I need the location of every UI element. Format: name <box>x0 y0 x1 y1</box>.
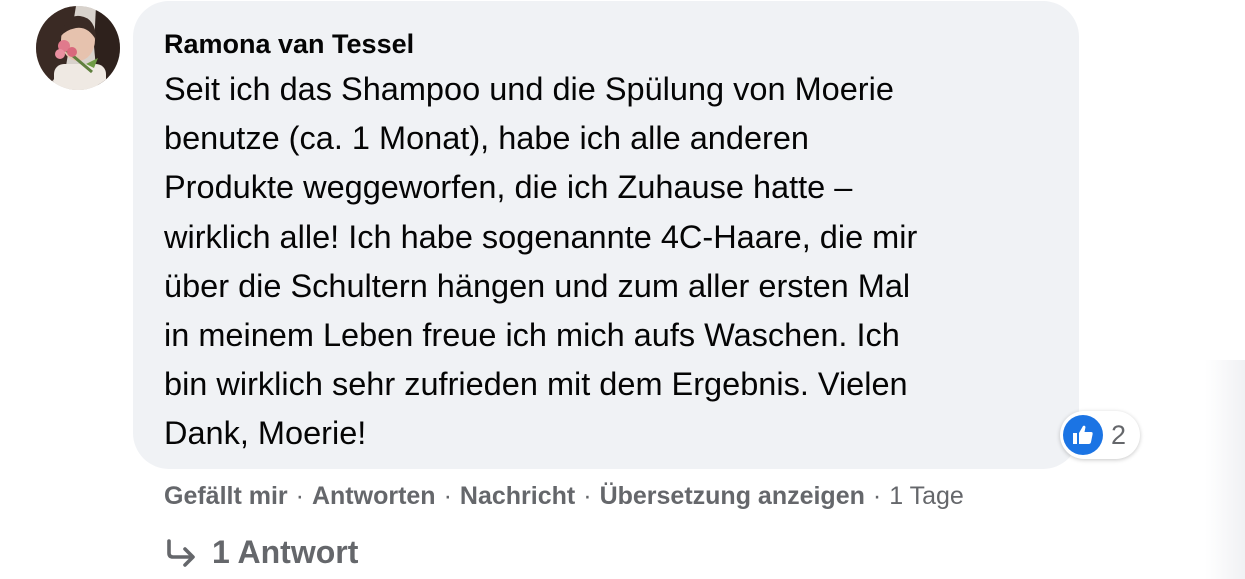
view-replies-button[interactable]: 1 Antwort <box>164 534 358 571</box>
reply-button[interactable]: Antworten <box>312 478 436 514</box>
separator: · <box>872 482 882 510</box>
comment-text-line: Dank, Moerie! <box>164 415 367 452</box>
comment-timestamp[interactable]: 1 Tage <box>889 478 964 514</box>
avatar[interactable] <box>36 6 120 90</box>
like-icon <box>1063 415 1103 455</box>
reply-arrow-icon <box>164 538 198 567</box>
avatar-photo <box>36 6 120 90</box>
message-button[interactable]: Nachricht <box>460 478 575 514</box>
separator: · <box>583 482 592 510</box>
like-button[interactable]: Gefällt mir <box>164 478 288 514</box>
reaction-count: 2 <box>1111 419 1127 450</box>
separator: · <box>295 482 304 510</box>
comment-author[interactable]: Ramona van Tessel <box>164 27 414 61</box>
comment-text-line: Seit ich das Shampoo und die Spülung von… <box>164 71 894 107</box>
comment-text-line: in meinem Leben freue ich mich aufs Wasc… <box>164 317 900 354</box>
separator: · <box>443 482 452 510</box>
comment-actions: Gefällt mir · Antworten · Nachricht · Üb… <box>164 478 964 514</box>
comment-text-line: benutze (ca. 1 Monat), habe ich alle and… <box>164 120 810 157</box>
replies-label: 1 Antwort <box>212 534 359 570</box>
comment-text-line: bin wirklich sehr zufrieden mit dem Erge… <box>164 366 908 403</box>
comment-text: Seit ich das Shampoo und die Spülung von… <box>164 65 1044 459</box>
comment-bubble: Ramona van Tessel Seit ich das Shampoo u… <box>133 1 1079 469</box>
scroll-edge-shadow <box>1205 360 1245 579</box>
comment-text-line: wirklich alle! Ich habe sogenannte 4C-Ha… <box>164 218 918 255</box>
translate-button[interactable]: Übersetzung anzeigen <box>600 478 865 514</box>
comment-text-line: Produkte weggeworfen, die ich Zuhause ha… <box>164 169 853 206</box>
reaction-summary[interactable]: 2 <box>1060 411 1141 459</box>
comment-text-line: über die Schultern hängen und zum aller … <box>164 267 911 304</box>
